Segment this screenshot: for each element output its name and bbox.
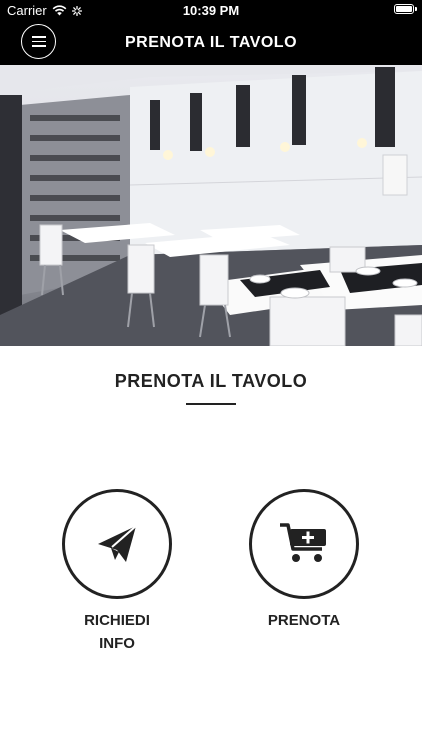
request-info-label: RICHIEDI INFO xyxy=(84,612,150,652)
title-divider xyxy=(186,403,236,405)
restaurant-photo xyxy=(0,65,422,346)
request-info-button[interactable]: RICHIEDI INFO xyxy=(57,489,177,655)
section-title: PRENOTA IL TAVOLO xyxy=(114,371,308,391)
book-circle[interactable] xyxy=(249,489,359,599)
page-title: PRENOTA IL TAVOLO xyxy=(124,34,298,51)
request-info-circle[interactable] xyxy=(62,489,172,599)
paper-plane-icon xyxy=(98,525,137,562)
book-label: PRENOTA xyxy=(267,612,341,629)
battery-icon xyxy=(394,4,417,14)
book-button[interactable]: PRENOTA xyxy=(244,489,364,632)
navigation-bar: PRENOTA IL TAVOLO xyxy=(0,22,422,65)
status-time: 10:39 PM xyxy=(182,3,240,18)
status-bar: Carrier 10:39 PM xyxy=(0,0,422,22)
cart-plus-icon xyxy=(280,523,326,562)
